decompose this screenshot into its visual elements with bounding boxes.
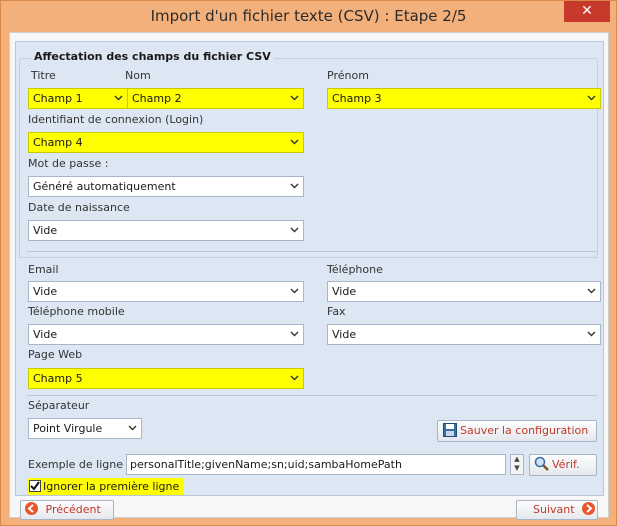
prenom-value: Champ 3 bbox=[332, 92, 382, 105]
separator-label: Séparateur bbox=[28, 399, 90, 412]
ignore-first-line-label: Ignorer la première ligne bbox=[43, 480, 180, 493]
titre-label: Titre bbox=[31, 69, 56, 82]
save-config-button[interactable]: Sauver la configuration bbox=[437, 420, 597, 442]
window-title: Import d'un fichier texte (CSV) : Etape … bbox=[150, 7, 467, 25]
chevron-down-icon: ▼ bbox=[514, 464, 520, 472]
chevron-down-icon bbox=[587, 325, 596, 337]
chevron-down-icon bbox=[290, 221, 299, 233]
birthdate-value: Vide bbox=[33, 224, 58, 237]
import-dialog: Import d'un fichier texte (CSV) : Etape … bbox=[0, 0, 617, 526]
password-label: Mot de passe : bbox=[28, 157, 109, 170]
telephone-select[interactable]: Vide bbox=[327, 281, 601, 302]
magnifier-icon bbox=[534, 456, 549, 478]
chevron-down-icon bbox=[290, 133, 299, 145]
birthdate-label: Date de naissance bbox=[28, 201, 130, 214]
close-button[interactable]: ✕ bbox=[564, 1, 610, 22]
login-label: Identifiant de connexion (Login) bbox=[28, 113, 204, 126]
chevron-down-icon bbox=[290, 89, 299, 101]
chevron-down-icon bbox=[290, 325, 299, 337]
email-value: Vide bbox=[33, 285, 58, 298]
nom-label: Nom bbox=[125, 69, 151, 82]
verify-label: Vérif. bbox=[552, 458, 580, 471]
nom-select[interactable]: Champ 2 bbox=[127, 88, 304, 109]
titre-value: Champ 1 bbox=[33, 92, 83, 105]
mobile-value: Vide bbox=[33, 328, 58, 341]
mobile-label: Téléphone mobile bbox=[28, 305, 125, 318]
birthdate-select[interactable]: Vide bbox=[28, 220, 304, 241]
example-value: personalTitle;givenName;sn;uid;sambaHome… bbox=[130, 458, 402, 471]
previous-button[interactable]: Précédent bbox=[20, 500, 114, 520]
chevron-down-icon bbox=[587, 89, 596, 101]
save-config-label: Sauver la configuration bbox=[460, 424, 589, 437]
arrow-right-icon bbox=[582, 502, 596, 515]
ignore-first-line-checkbox[interactable]: Ignorer la première ligne bbox=[27, 478, 184, 495]
prenom-label: Prénom bbox=[327, 69, 369, 82]
separator-line bbox=[27, 251, 597, 252]
chevron-down-icon bbox=[290, 177, 299, 189]
password-value: Généré automatiquement bbox=[33, 180, 176, 193]
prenom-select[interactable]: Champ 3 bbox=[327, 88, 601, 109]
fax-select[interactable]: Vide bbox=[327, 324, 601, 345]
email-select[interactable]: Vide bbox=[28, 281, 304, 302]
chevron-down-icon bbox=[114, 89, 123, 101]
close-icon: ✕ bbox=[581, 3, 593, 19]
email-label: Email bbox=[28, 263, 59, 276]
web-label: Page Web bbox=[28, 348, 83, 361]
fax-label: Fax bbox=[327, 305, 346, 318]
titre-select[interactable]: Champ 1 bbox=[28, 88, 128, 109]
chevron-up-icon: ▲ bbox=[514, 455, 520, 463]
mobile-select[interactable]: Vide bbox=[28, 324, 304, 345]
separator-line bbox=[27, 395, 597, 396]
password-select[interactable]: Généré automatiquement bbox=[28, 176, 304, 197]
nom-value: Champ 2 bbox=[132, 92, 182, 105]
group-title: Affectation des champs du fichier CSV bbox=[31, 50, 274, 63]
fax-value: Vide bbox=[332, 328, 357, 341]
next-button[interactable]: Suivant bbox=[516, 500, 598, 520]
next-label: Suivant bbox=[533, 503, 575, 516]
arrow-left-icon bbox=[25, 502, 38, 515]
separator-select[interactable]: Point Virgule bbox=[28, 418, 142, 439]
checkbox-checked-icon bbox=[29, 480, 41, 492]
example-spinner[interactable]: ▲ ▼ bbox=[510, 454, 524, 475]
verify-button[interactable]: Vérif. bbox=[529, 454, 597, 476]
telephone-label: Téléphone bbox=[327, 263, 383, 276]
chevron-down-icon bbox=[587, 282, 596, 294]
previous-label: Précédent bbox=[45, 503, 101, 516]
chevron-down-icon bbox=[290, 282, 299, 294]
save-icon bbox=[443, 423, 457, 444]
web-select[interactable]: Champ 5 bbox=[28, 368, 304, 389]
web-value: Champ 5 bbox=[33, 372, 83, 385]
telephone-value: Vide bbox=[332, 285, 357, 298]
chevron-down-icon bbox=[290, 369, 299, 381]
separator-value: Point Virgule bbox=[33, 422, 103, 435]
login-value: Champ 4 bbox=[33, 136, 83, 149]
example-label: Exemple de ligne : bbox=[28, 458, 131, 471]
chevron-down-icon bbox=[128, 419, 137, 431]
login-select[interactable]: Champ 4 bbox=[28, 132, 304, 153]
example-input[interactable]: personalTitle;givenName;sn;uid;sambaHome… bbox=[126, 454, 506, 475]
